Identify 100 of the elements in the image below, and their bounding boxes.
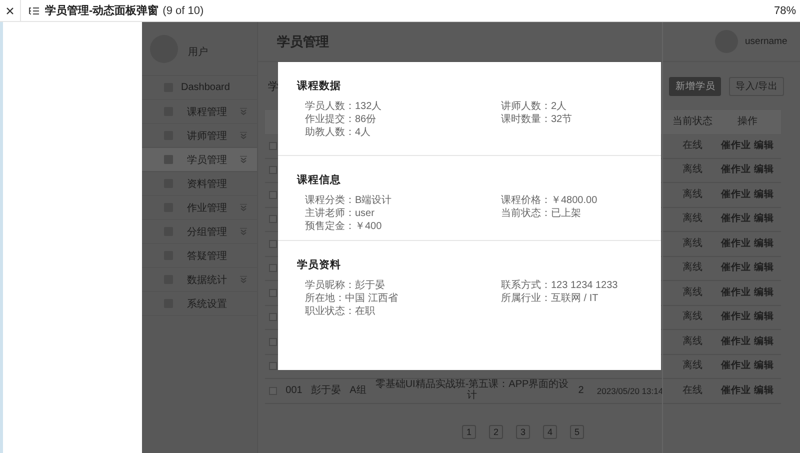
page-number-button[interactable]: 3 [516,424,530,438]
row-checkbox[interactable] [269,386,277,395]
user-name: 用户 [188,46,208,58]
row-checkbox[interactable] [269,362,277,370]
detail-field: 助教人数：4人 [305,127,501,139]
status-text: 在线 [682,140,702,151]
double-chevron-icon [240,204,247,211]
zoom-level[interactable]: 78% [774,4,796,16]
status-text: 离线 [682,336,702,347]
dialog-section-title: 课程信息 [297,173,341,187]
table-cell: A组 [350,386,366,396]
double-chevron-icon [240,156,247,163]
row-checkbox[interactable] [269,190,277,199]
add-button[interactable]: 新增学员 [669,76,722,96]
sidebar-item[interactable]: 课程管理 [142,100,257,124]
detail-field: 当前状态：已上架 [501,208,642,220]
action-link[interactable]: 催作业 [721,288,751,298]
action-link[interactable]: 催作业 [721,336,751,347]
detail-field: 所在地：中国 江西省 [305,293,501,305]
row-checkbox[interactable] [269,215,277,224]
row-checkbox[interactable] [269,313,277,322]
action-link[interactable]: 编辑 [754,140,774,151]
row-checkbox[interactable] [269,240,277,248]
detail-field: 联系方式：123 1234 1233 [501,280,642,292]
detail-field: 课程价格：￥4800.00 [501,195,642,207]
row-checkbox[interactable] [269,264,277,272]
double-chevron-icon [240,132,247,139]
detail-field: 主讲老师：user [305,208,501,220]
detail-field: 所属行业：互联网 / IT [501,293,642,305]
sidebar-item[interactable]: Dashboard [142,76,257,100]
close-icon[interactable] [6,6,14,14]
status-text: 离线 [682,288,702,298]
sidebar-item[interactable]: 系统设置 [142,292,257,316]
dialog-section-title: 课程数据 [297,79,341,93]
dialog-section-title: 学员资料 [297,258,341,272]
status-text: 离线 [682,312,702,322]
action-link[interactable]: 编辑 [754,336,774,347]
status-text: 在线 [682,386,702,396]
double-chevron-icon [240,108,247,115]
column-header: 当前状态 [672,114,714,129]
sidebar-item[interactable]: 分组管理 [142,220,257,244]
action-link[interactable]: 编辑 [754,263,774,274]
status-text: 离线 [682,238,702,249]
table-cell: 2023/05/20 13:14 [596,386,664,396]
username: username [745,36,788,47]
table-cell: 001 [286,386,302,396]
detail-field: 作业提交：86份 [305,114,501,126]
table-cell: 彭于晏 [311,386,341,396]
detail-field: 职业状态：在职 [305,306,501,318]
sidebar-item[interactable]: 资料管理 [142,172,257,196]
detail-field: 课程分类：B端设计 [305,195,501,207]
action-link[interactable]: 催作业 [721,263,751,274]
column-header: 操作 [736,114,758,129]
sidebar-item[interactable]: 作业管理 [142,196,257,220]
page-number-button[interactable]: 5 [570,424,584,438]
action-link[interactable]: 催作业 [721,214,751,224]
status-text: 离线 [682,263,702,274]
status-text: 离线 [682,214,702,224]
page-heading: 学员管理 [277,32,329,50]
row-checkbox[interactable] [269,142,277,150]
page-number-button[interactable]: 1 [462,424,476,438]
sidebar-item[interactable]: 答疑管理 [142,244,257,268]
page-counter: (9 of 10) [162,4,204,16]
section-title: 学 [268,80,279,94]
status-text: 离线 [682,190,702,200]
double-chevron-icon [240,228,247,235]
action-link[interactable]: 催作业 [721,190,751,200]
row-checkbox[interactable] [269,166,277,174]
action-link[interactable]: 编辑 [754,190,774,200]
action-link[interactable]: 编辑 [754,312,774,322]
row-checkbox[interactable] [269,288,277,297]
import-export-button[interactable]: 导入/导出 [729,76,784,96]
action-link[interactable]: 编辑 [754,386,774,396]
page-number-button[interactable]: 2 [489,424,503,438]
action-link[interactable]: 催作业 [721,361,751,372]
status-text: 离线 [682,361,702,372]
action-link[interactable]: 编辑 [754,214,774,224]
action-link[interactable]: 催作业 [721,165,751,176]
sidebar-item[interactable]: 数据统计 [142,268,257,292]
sidebar-item[interactable]: 学员管理 [142,148,257,172]
detail-field: 课时数量：32节 [501,114,642,126]
double-chevron-icon [240,276,247,283]
page-title: 学员管理-动态面板弹窗 [45,4,159,18]
page-number-button[interactable]: 4 [543,424,557,438]
action-link[interactable]: 催作业 [721,312,751,322]
detail-field: 学员昵称：彭于晏 [305,280,501,292]
table-cell-text: 零基础UI精品实战班-第五课：APP界面的设计 [374,380,570,402]
action-link[interactable]: 编辑 [754,165,774,176]
row-checkbox[interactable] [269,338,277,346]
detail-field: 讲师人数：2人 [501,101,642,113]
action-link[interactable]: 编辑 [754,238,774,249]
action-link[interactable]: 催作业 [721,386,751,396]
page-list-icon[interactable] [29,6,39,14]
status-text: 离线 [682,165,702,176]
action-link[interactable]: 编辑 [754,361,774,372]
action-link[interactable]: 催作业 [721,140,751,151]
action-link[interactable]: 催作业 [721,238,751,249]
table-cell: 2 [578,386,584,396]
square-icon [164,155,173,164]
action-link[interactable]: 编辑 [754,288,774,298]
